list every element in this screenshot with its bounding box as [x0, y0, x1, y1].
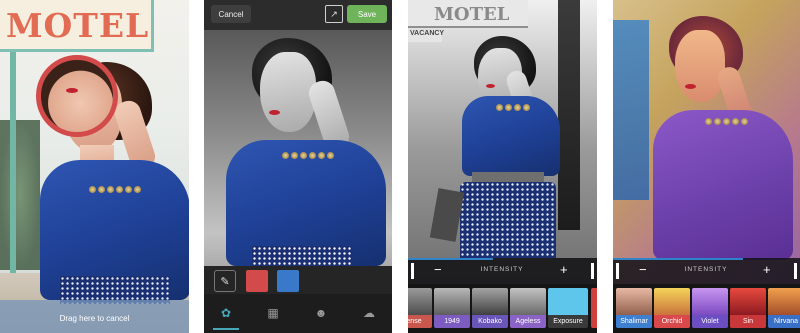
pen-icon[interactable]: ✎	[214, 270, 236, 292]
motel-sign-text: MOTEL	[434, 4, 510, 25]
drag-to-cancel-label: Drag here to cancel	[59, 314, 130, 323]
effects-tab-icon[interactable]: ☁	[356, 300, 382, 326]
filter-thumb[interactable]: 1949	[434, 288, 470, 328]
adjust-tab-icon[interactable]: ▦	[260, 300, 286, 326]
pearl-necklace	[699, 118, 753, 125]
palm-trunk	[558, 0, 580, 230]
screenshot-panel-color-splash-editor: Cancel ↗ Save ✎ ✿ ▦ ☻ ☁	[204, 0, 392, 333]
share-icon[interactable]: ↗	[325, 5, 343, 23]
filter-label: Shalimar	[616, 315, 652, 328]
filter-label: Exposure	[548, 315, 588, 328]
pearl-necklace	[278, 152, 338, 159]
pearl-necklace	[84, 186, 146, 193]
motel-sign-text: MOTEL	[6, 6, 150, 45]
red-lips	[269, 110, 280, 115]
screenshot-panel-drag-cancel: MOTEL Drag here to cancel	[0, 0, 189, 333]
face	[260, 52, 316, 132]
filter-label: Ageless	[510, 315, 546, 328]
red-swatch[interactable]	[246, 270, 268, 292]
save-button[interactable]: Save	[347, 5, 387, 23]
blue-sign	[613, 20, 649, 200]
filter-thumb[interactable]: Orchid	[654, 288, 690, 328]
intensity-slider-fill[interactable]	[613, 258, 743, 260]
filter-thumb[interactable]: Nirvana	[768, 288, 800, 328]
filter-thumb[interactable]: Violet	[692, 288, 728, 328]
polka-dot-skirt	[252, 246, 352, 266]
intensity-right-edge	[794, 263, 797, 279]
splash-tab-icon[interactable]: ✿	[213, 300, 239, 326]
filter-label: Sin	[730, 315, 766, 328]
filter-thumb[interactable]: Shalimar	[616, 288, 652, 328]
filter-label: Kobako	[472, 315, 508, 328]
face	[675, 30, 725, 102]
cancel-button[interactable]: Cancel	[211, 5, 251, 23]
screenshot-panel-filters-color: − INTENSITY + Shalimar Orchid Violet Sin…	[613, 0, 800, 333]
filter-thumb[interactable]: Ageless	[510, 288, 546, 328]
intensity-right-edge	[591, 263, 594, 279]
filter-thumb[interactable]	[591, 288, 597, 328]
polka-dot-skirt	[460, 182, 556, 258]
filter-label: Violet	[692, 315, 728, 328]
violet-blouse	[653, 110, 793, 260]
filter-thumb[interactable]: Kobako	[472, 288, 508, 328]
vacancy-sign: VACANCY	[408, 30, 444, 42]
red-lips	[486, 84, 495, 88]
lips-zoomed	[66, 88, 78, 93]
intensity-increase-button[interactable]: +	[763, 261, 771, 279]
filter-label: Nirvana	[768, 315, 800, 328]
intensity-label: INTENSITY	[684, 266, 728, 273]
intensity-left-edge	[616, 263, 619, 279]
intensity-increase-button[interactable]: +	[560, 261, 568, 279]
pearl-necklace	[492, 104, 534, 111]
red-lips	[685, 84, 696, 89]
background-tree	[0, 120, 40, 270]
filter-label: Orchid	[654, 315, 690, 328]
intensity-left-edge	[411, 263, 414, 279]
active-tab-indicator	[213, 328, 239, 330]
screenshot-panel-filters-bw: MOTEL VACANCY − INTENSITY + ense 1949 Ko…	[408, 0, 597, 333]
intensity-decrease-button[interactable]: −	[434, 261, 442, 279]
intensity-slider-fill[interactable]	[408, 258, 493, 260]
belt	[472, 172, 544, 182]
filters-tab-icon[interactable]: ☻	[308, 300, 334, 326]
filter-thumb-selected[interactable]: Exposure	[548, 288, 588, 328]
intensity-label: INTENSITY	[480, 266, 524, 273]
magnifier-loupe[interactable]	[36, 55, 118, 137]
filter-label: ense	[408, 315, 432, 328]
blue-swatch[interactable]	[277, 270, 299, 292]
filter-thumb[interactable]: Sin	[730, 288, 766, 328]
filter-thumb[interactable]: ense	[408, 288, 432, 328]
filter-label: 1949	[434, 315, 470, 328]
intensity-decrease-button[interactable]: −	[639, 261, 647, 279]
